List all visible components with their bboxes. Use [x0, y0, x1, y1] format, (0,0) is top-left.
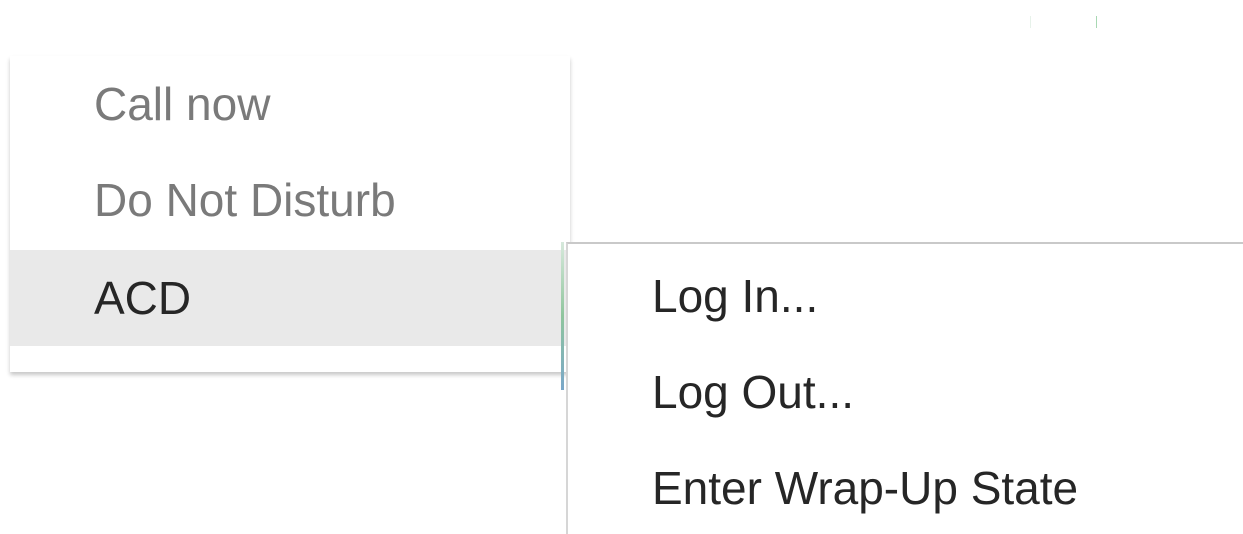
menu-item-acd[interactable]: ACD	[10, 250, 570, 346]
menu-item-do-not-disturb[interactable]: Do Not Disturb	[10, 152, 570, 248]
context-menu: Call now Do Not Disturb ACD	[10, 56, 570, 372]
menu-item-call-now[interactable]: Call now	[10, 56, 570, 152]
divider-tick	[1096, 16, 1097, 28]
submenu-item-log-out[interactable]: Log Out...	[568, 344, 1243, 440]
submenu-item-enter-wrap-up-state[interactable]: Enter Wrap-Up State	[568, 440, 1243, 534]
acd-submenu: Log In... Log Out... Enter Wrap-Up State	[566, 242, 1243, 534]
divider-tick	[1030, 16, 1031, 28]
submenu-item-log-in[interactable]: Log In...	[568, 248, 1243, 344]
submenu-accent-bar	[561, 242, 564, 390]
screen: Call now Do Not Disturb ACD Log In... Lo…	[0, 0, 1243, 534]
